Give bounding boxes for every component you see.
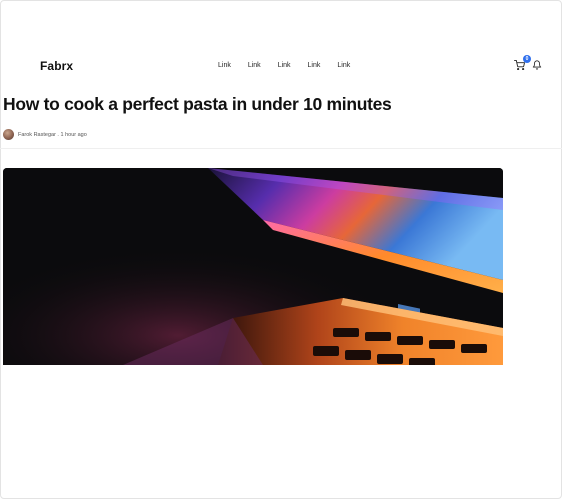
top-navbar: Fabrx Link Link Link Link Link 0 (0, 55, 562, 76)
brand-logo[interactable]: Fabrx (40, 59, 73, 73)
nav-link-1[interactable]: Link (218, 62, 231, 69)
nav-link-3[interactable]: Link (278, 62, 291, 69)
author-name[interactable]: Farok Rastegar (18, 132, 56, 138)
article-meta: Farok Rastegar . 1 hour ago (3, 129, 87, 140)
article-title: How to cook a perfect pasta in under 10 … (3, 94, 392, 114)
nav-links: Link Link Link Link Link (218, 62, 367, 69)
header-divider (0, 148, 562, 149)
nav-link-4[interactable]: Link (308, 62, 321, 69)
author-and-time: Farok Rastegar . 1 hour ago (18, 131, 87, 138)
author-avatar[interactable] (3, 129, 14, 140)
cart-button[interactable]: 0 (514, 55, 531, 72)
nav-link-5[interactable]: Link (337, 62, 350, 69)
nav-link-2[interactable]: Link (248, 62, 261, 69)
hero-image (3, 168, 503, 365)
nav-actions: 0 (514, 55, 542, 72)
publish-time: 1 hour ago (60, 131, 87, 138)
cart-count-badge: 0 (523, 55, 531, 63)
bell-icon (532, 60, 542, 70)
notifications-button[interactable] (532, 60, 542, 70)
